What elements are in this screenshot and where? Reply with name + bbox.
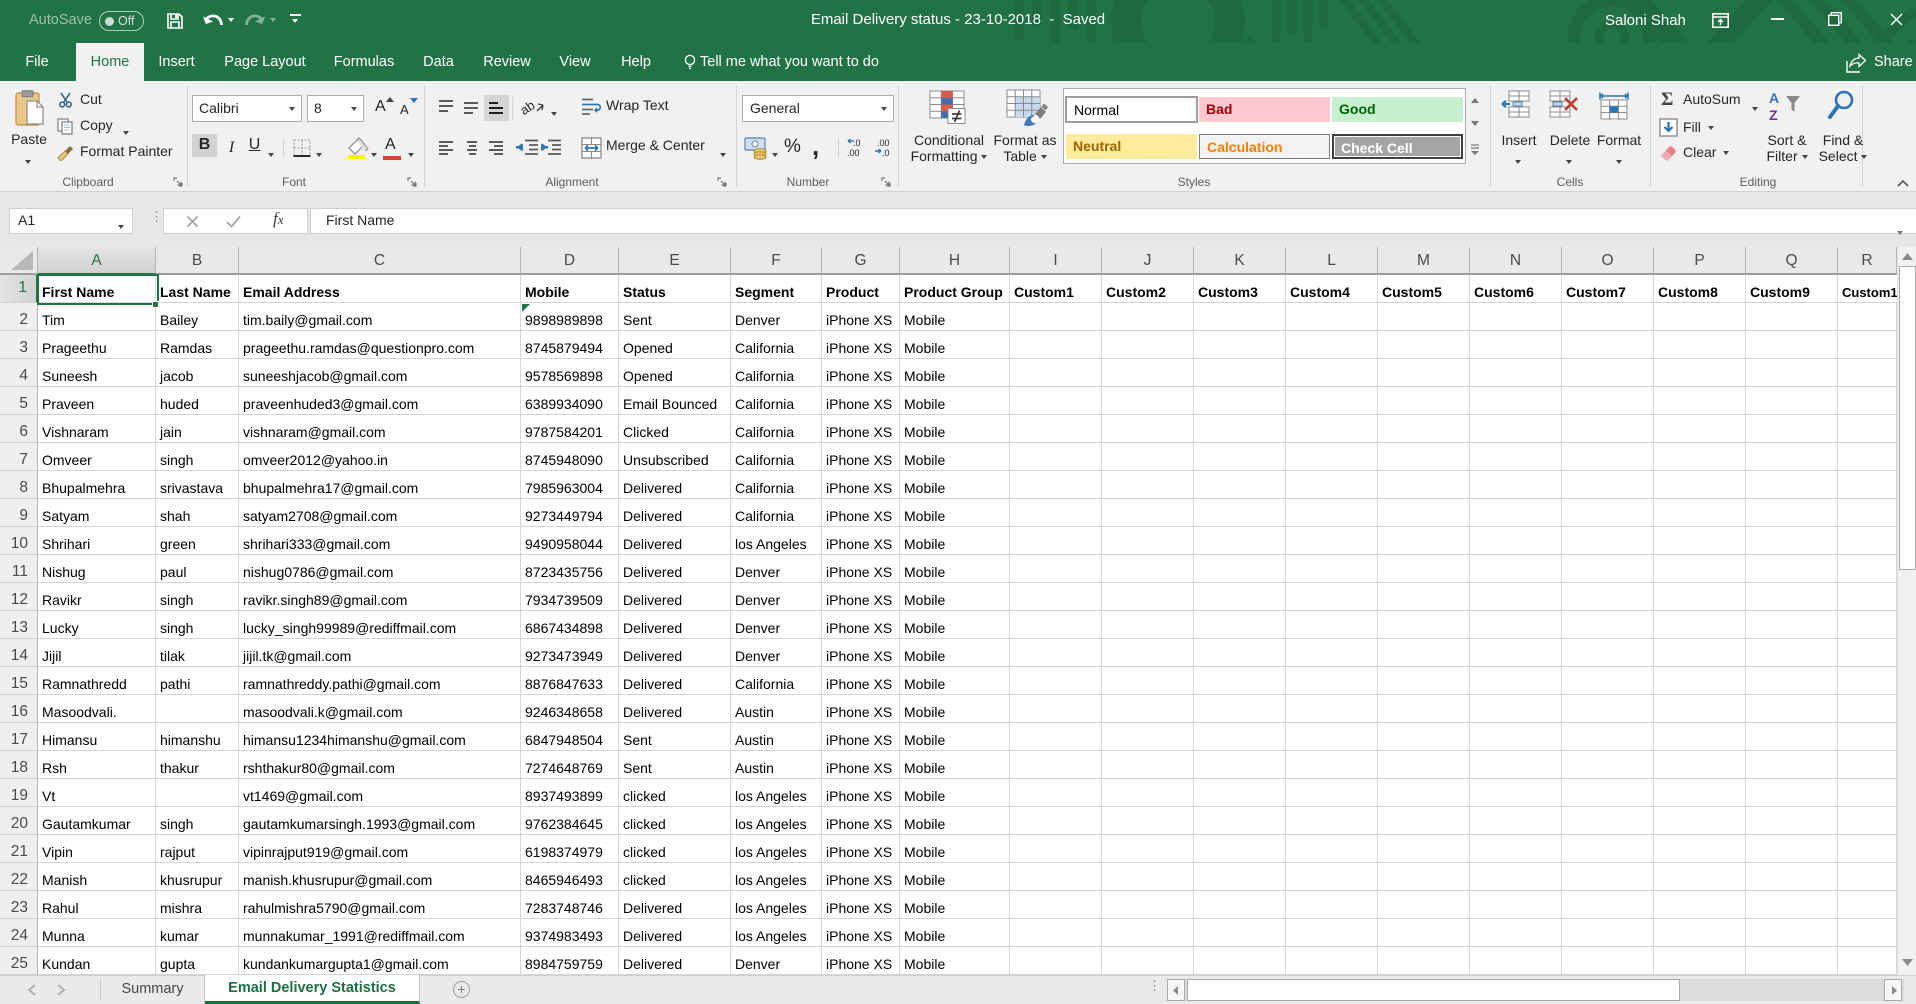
svg-text:.00: .00 — [847, 148, 860, 158]
svg-text:.00: .00 — [877, 138, 890, 148]
svg-text:Z: Z — [1769, 107, 1778, 123]
svg-text:A: A — [1769, 90, 1779, 106]
svg-text:ab: ab — [521, 97, 538, 118]
svg-text:.0: .0 — [853, 138, 861, 148]
svg-text:.0: .0 — [882, 148, 890, 158]
